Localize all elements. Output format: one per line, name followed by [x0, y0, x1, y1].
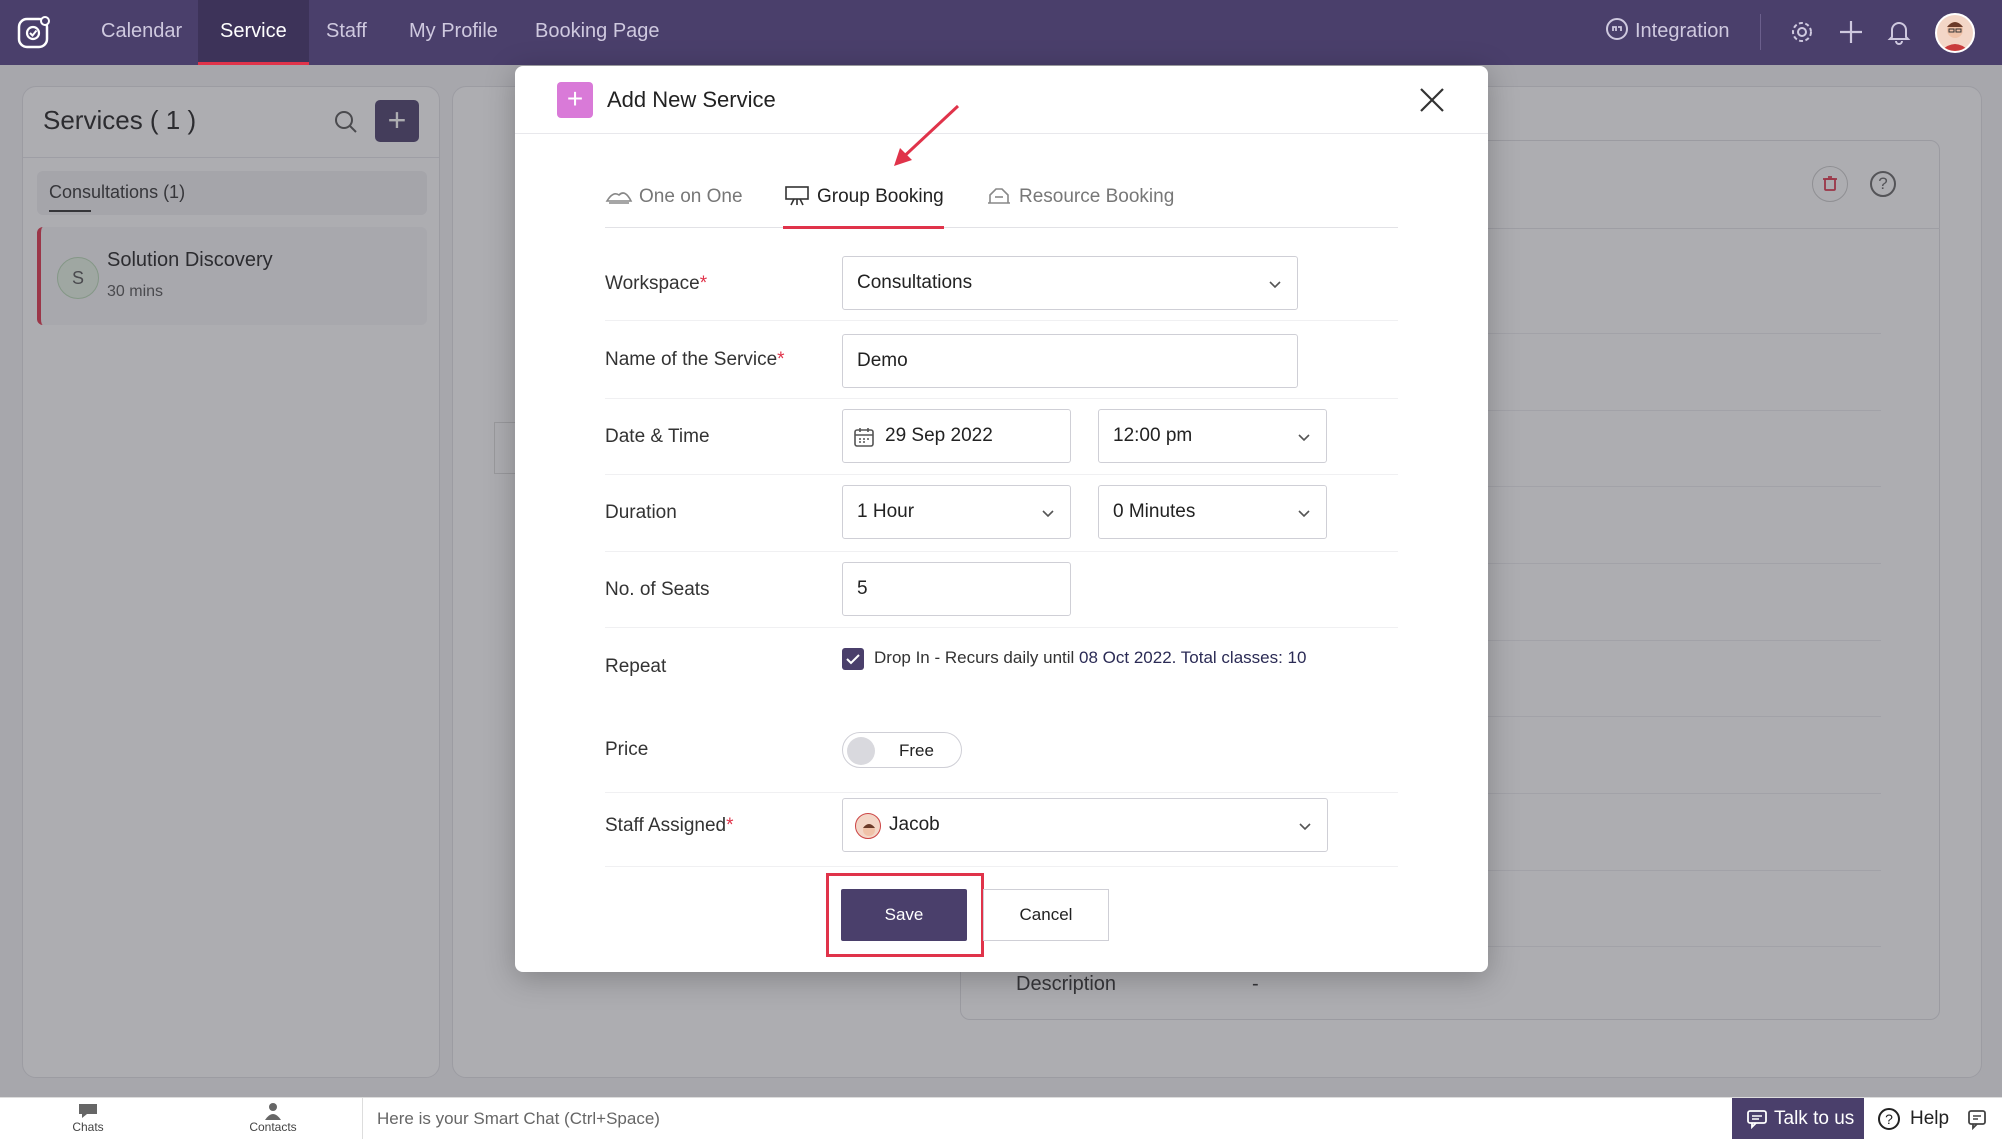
service-name-label: Name of the Service* [605, 349, 785, 370]
tab-group-booking[interactable]: Group Booking [783, 178, 944, 229]
row-divider [605, 320, 1398, 321]
row-divider [605, 474, 1398, 475]
duration-minutes-select[interactable]: 0 Minutes [1098, 485, 1327, 539]
row-divider [605, 627, 1398, 628]
modal-title: Add New Service [607, 87, 776, 112]
contacts-label: Contacts [249, 1120, 297, 1134]
chevron-down-icon [1299, 823, 1311, 831]
feedback-icon[interactable] [1966, 1108, 1988, 1130]
check-icon [846, 654, 860, 665]
top-nav: Calendar Service Staff My Profile Bookin… [0, 0, 2002, 65]
repeat-description: Drop In - Recurs daily until 08 Oct 2022… [874, 648, 1307, 667]
help-button[interactable]: ? Help [1876, 1098, 1949, 1139]
nav-calendar[interactable]: Calendar [79, 0, 204, 65]
row-divider [605, 866, 1398, 867]
integration-icon [1606, 18, 1628, 40]
one-on-one-icon [605, 192, 633, 204]
chevron-down-icon [1269, 281, 1281, 289]
row-divider [605, 551, 1398, 552]
group-booking-icon [785, 186, 809, 206]
annotation-arrow-icon [894, 104, 960, 166]
nav-booking-page[interactable]: Booking Page [513, 0, 682, 65]
tab-resource-booking[interactable]: Resource Booking [985, 178, 1174, 228]
calendar-icon [854, 428, 874, 447]
app-logo-icon[interactable] [14, 12, 54, 52]
bottom-separator [362, 1098, 363, 1139]
modal-header: + Add New Service [515, 66, 1488, 134]
gear-icon[interactable] [1788, 18, 1816, 46]
talk-to-us-button[interactable]: Talk to us [1732, 1098, 1864, 1139]
bell-icon[interactable] [1885, 18, 1913, 46]
staff-avatar [855, 813, 881, 839]
price-toggle-label: Free [899, 741, 934, 760]
seats-input[interactable]: 5 [842, 562, 1071, 616]
duration-minutes-value: 0 Minutes [1113, 501, 1196, 522]
contact-person-icon [265, 1103, 281, 1120]
plus-icon[interactable] [1837, 18, 1865, 46]
nav-my-profile[interactable]: My Profile [387, 0, 520, 65]
price-label: Price [605, 739, 649, 760]
staff-avatar-icon [863, 824, 875, 836]
workspace-value: Consultations [857, 272, 973, 293]
price-toggle[interactable]: Free [842, 732, 962, 768]
integration-link[interactable]: Integration [1605, 0, 1730, 65]
service-name-input[interactable]: Demo [842, 334, 1298, 388]
nav-service[interactable]: Service [198, 0, 309, 65]
duration-hours-value: 1 Hour [857, 501, 915, 522]
talk-label: Talk to us [1774, 1108, 1855, 1129]
time-value: 12:00 pm [1113, 425, 1193, 446]
chevron-down-icon [1298, 434, 1310, 442]
chevron-down-icon [1042, 510, 1054, 518]
integration-label: Integration [1635, 20, 1730, 42]
time-select[interactable]: 12:00 pm [1098, 409, 1327, 463]
row-divider [605, 398, 1398, 399]
nav-separator [1760, 14, 1761, 50]
tab-label: Resource Booking [1019, 186, 1175, 207]
user-avatar-icon [1941, 22, 1969, 51]
repeat-checkbox[interactable] [842, 648, 864, 670]
tab-label: Group Booking [817, 186, 944, 207]
chat-icon [1747, 1110, 1767, 1129]
chevron-down-icon [1298, 510, 1310, 518]
chats-button[interactable]: Chats [48, 1098, 128, 1139]
save-button[interactable]: Save [841, 889, 967, 941]
duration-hours-select[interactable]: 1 Hour [842, 485, 1071, 539]
date-value: 29 Sep 2022 [885, 425, 993, 446]
contacts-button[interactable]: Contacts [233, 1098, 313, 1139]
staff-label: Staff Assigned* [605, 815, 734, 836]
resource-booking-icon [988, 188, 1010, 204]
user-avatar[interactable] [1935, 13, 1975, 53]
close-icon[interactable] [1418, 86, 1446, 114]
chat-bubble-icon [79, 1104, 97, 1118]
staff-select[interactable]: Jacob [842, 798, 1328, 852]
chats-label: Chats [72, 1120, 104, 1134]
duration-label: Duration [605, 502, 677, 523]
toggle-knob [847, 737, 875, 765]
tab-label: One on One [639, 186, 743, 207]
smart-chat-input[interactable]: Here is your Smart Chat (Ctrl+Space) [377, 1109, 660, 1129]
cancel-button[interactable]: Cancel [983, 889, 1109, 941]
repeat-label: Repeat [605, 656, 667, 677]
staff-value: Jacob [889, 814, 940, 835]
seats-label: No. of Seats [605, 579, 710, 600]
nav-staff[interactable]: Staff [304, 0, 389, 65]
date-input[interactable]: 29 Sep 2022 [842, 409, 1071, 463]
booking-type-tabs: One on One Group Booking Resource Bookin… [605, 178, 1398, 229]
add-service-plus-icon: + [557, 82, 593, 118]
bottom-bar: Chats Contacts Here is your Smart Chat (… [0, 1097, 2002, 1139]
row-divider [605, 792, 1398, 793]
workspace-label: Workspace* [605, 273, 708, 294]
help-circle-icon: ? [1878, 1108, 1900, 1130]
tab-one-on-one[interactable]: One on One [605, 178, 743, 228]
date-time-label: Date & Time [605, 426, 710, 447]
help-label: Help [1910, 1108, 1950, 1129]
workspace-select[interactable]: Consultations [842, 256, 1298, 310]
